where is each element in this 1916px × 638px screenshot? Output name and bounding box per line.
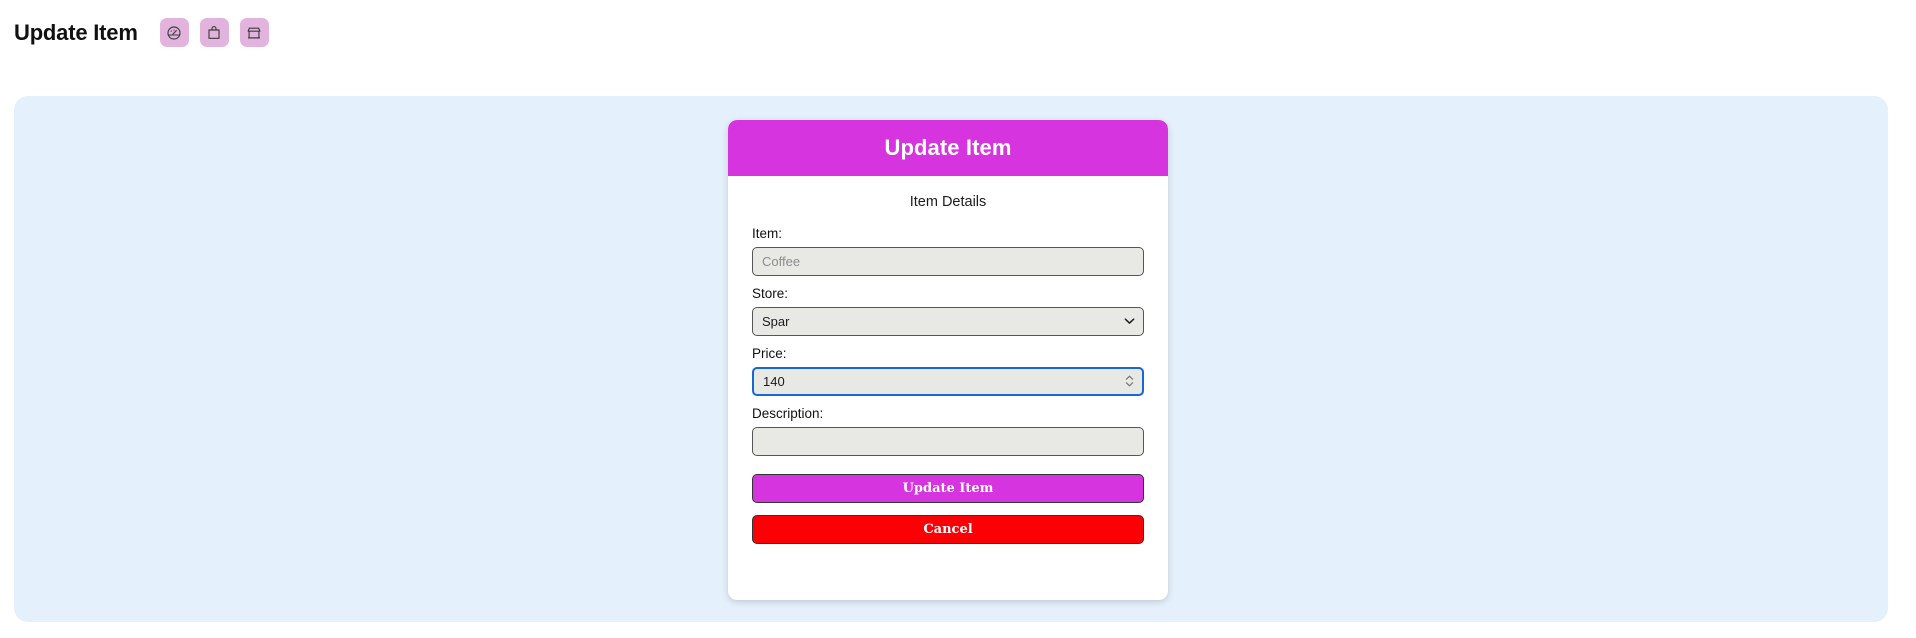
price-input-wrap: [752, 366, 1144, 396]
store-select-wrap: Spar: [752, 306, 1144, 336]
nav-button-items[interactable]: [199, 18, 229, 47]
item-input[interactable]: [752, 246, 1144, 276]
field-group-item: Item:: [752, 226, 1144, 276]
update-item-button[interactable]: Update Item: [752, 473, 1144, 503]
top-navigation-bar: Update Item: [0, 0, 1916, 65]
shopping-bag-icon: [206, 25, 222, 41]
storefront-icon: [246, 25, 262, 41]
cancel-button[interactable]: Cancel: [752, 514, 1144, 544]
field-group-price: Price:: [752, 346, 1144, 396]
nav-button-stores[interactable]: [239, 18, 269, 47]
nav-button-dashboard[interactable]: [159, 18, 189, 47]
update-item-form-card: Update Item Item Details Item: Store: Sp…: [728, 120, 1168, 600]
card-header-title: Update Item: [884, 135, 1012, 160]
price-label: Price:: [752, 345, 787, 361]
dashboard-icon: [166, 25, 182, 41]
price-input[interactable]: [752, 366, 1144, 396]
field-group-description: Description:: [752, 406, 1144, 456]
card-body: Item Details Item: Store: Spar Price:: [728, 176, 1168, 562]
card-header: Update Item: [728, 120, 1168, 176]
description-label: Description:: [752, 405, 824, 421]
nav-icon-group: [159, 18, 269, 47]
description-input[interactable]: [752, 426, 1144, 456]
item-label: Item:: [752, 226, 783, 241]
field-group-store: Store: Spar: [752, 286, 1144, 336]
section-subtitle: Item Details: [909, 194, 987, 210]
store-label: Store:: [752, 285, 789, 301]
page-title: Update Item: [14, 19, 138, 45]
store-select[interactable]: Spar: [752, 306, 1144, 336]
